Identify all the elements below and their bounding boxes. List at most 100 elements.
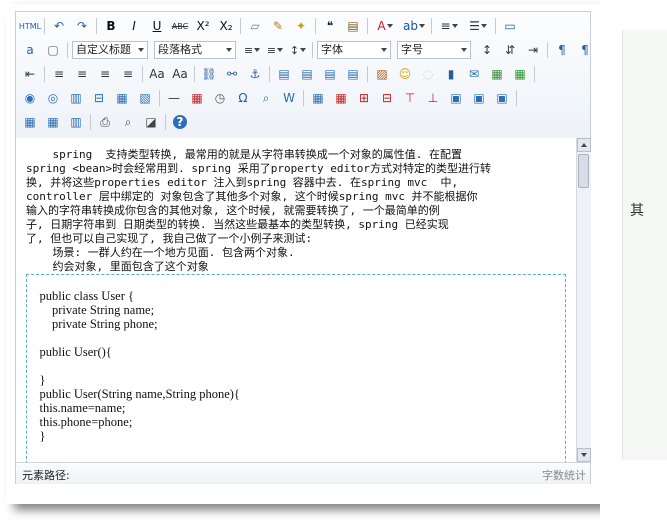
insert-row-icon[interactable]: ⊞: [354, 88, 374, 108]
code-icon[interactable]: ◎: [43, 88, 63, 108]
superscript-button[interactable]: X²: [193, 16, 213, 36]
fullscreen-icon[interactable]: ▭: [500, 16, 520, 36]
strikethrough-button[interactable]: ABC: [170, 16, 190, 36]
code-line: public User(String name,String phone){: [27, 387, 240, 401]
code-block[interactable]: public class User { private String name;…: [26, 274, 566, 462]
indent-icon[interactable]: ⇤: [20, 64, 40, 84]
custom-title-select[interactable]: 自定义标题: [72, 41, 148, 59]
page-break-alt-icon[interactable]: ⊟: [89, 88, 109, 108]
ordered-list-button[interactable]: ≡: [436, 16, 462, 36]
redo-icon[interactable]: ↷: [72, 16, 92, 36]
attachment-icon[interactable]: ✉: [464, 64, 484, 84]
scroll-down-button[interactable]: [577, 448, 591, 462]
fullscreen-glyph: ▭: [504, 19, 516, 33]
auto-format-icon[interactable]: ✦: [291, 16, 311, 36]
search-glyph: ◪: [145, 115, 157, 129]
anchor-icon[interactable]: ⚓: [245, 64, 265, 84]
text-direction-ltr-button[interactable]: ¶: [552, 40, 572, 60]
subscript-button[interactable]: X₂: [216, 16, 236, 36]
merge-cells-icon[interactable]: ▣: [446, 88, 466, 108]
merge-down-icon[interactable]: ▣: [492, 88, 512, 108]
line-height-glyph: ↕: [481, 43, 493, 57]
unlink-icon[interactable]: ⚯: [222, 64, 242, 84]
paragraph-spacing-button[interactable]: ⇵: [500, 40, 520, 60]
scroll-thumb[interactable]: [578, 154, 589, 188]
bold-button[interactable]: B: [101, 16, 121, 36]
image-center-icon[interactable]: ▤: [320, 64, 340, 84]
direction-ltr-icon[interactable]: a: [20, 40, 40, 60]
search-icon[interactable]: ◪: [141, 112, 161, 132]
new-document-icon[interactable]: ▢: [43, 40, 63, 60]
split-cols-icon[interactable]: ▥: [66, 112, 86, 132]
italic-button[interactable]: I: [124, 16, 144, 36]
line-height-button[interactable]: ↕: [477, 40, 497, 60]
google-map-icon[interactable]: ▦: [510, 64, 530, 84]
background-color-button[interactable]: ab: [401, 16, 427, 36]
font-family-select[interactable]: 字体: [317, 41, 391, 59]
word-image-icon[interactable]: W: [279, 88, 299, 108]
editor-statusbar: 元素路径: 字数统计: [16, 462, 590, 484]
insert-image-icon[interactable]: ▨: [372, 64, 392, 84]
font-color-button[interactable]: A: [372, 16, 398, 36]
page-break-icon[interactable]: ▥: [66, 88, 86, 108]
link-icon[interactable]: ⛓: [199, 64, 219, 84]
row-spacing-bottom-button[interactable]: ↕: [288, 40, 308, 60]
delete-table-icon[interactable]: ▦: [331, 88, 351, 108]
editor-content[interactable]: spring 支持类型转换, 最常用的就是从字符串转换成一个对象的属性值. 在配…: [16, 138, 576, 462]
source-html-button[interactable]: HTML: [19, 16, 41, 36]
indent-button[interactable]: ⇥: [523, 40, 543, 60]
insert-table-icon[interactable]: ▦: [308, 88, 328, 108]
split-rows-icon[interactable]: ▦: [43, 112, 63, 132]
special-char-icon[interactable]: Ω: [233, 88, 253, 108]
scrawl-glyph: ◌: [422, 67, 434, 81]
delete-row-icon[interactable]: ⊟: [377, 88, 397, 108]
lowercase-button[interactable]: Aa: [170, 64, 190, 84]
image-right-icon[interactable]: ▤: [343, 64, 363, 84]
help-icon[interactable]: ?: [170, 112, 190, 132]
align-center-button[interactable]: ≡: [72, 64, 92, 84]
time-icon[interactable]: ◷: [210, 88, 230, 108]
scrawl-icon[interactable]: ◌: [418, 64, 438, 84]
paste-plain-icon[interactable]: ▤: [343, 16, 363, 36]
align-justify-button[interactable]: ≡: [118, 64, 138, 84]
insert-col-icon[interactable]: ⊤: [400, 88, 420, 108]
direction-ltr-glyph: a: [26, 43, 34, 57]
search-replace-glyph: ⌕: [262, 90, 270, 105]
paragraph-format-select[interactable]: 段落格式: [154, 41, 236, 59]
emoticon-icon[interactable]: ☺: [395, 64, 415, 84]
uppercase-button[interactable]: Aa: [147, 64, 167, 84]
date-icon[interactable]: ▦: [187, 88, 207, 108]
vertical-scrollbar[interactable]: [576, 138, 591, 462]
toolbar-row-4: ◉ ◎ ▥ ⊟ ▦ ▧ — ▦ ◷ Ω ⌕ W ▦ ▦ ⊞ ⊟ ⊤ ⊥ ▣ ▣ ▣: [20, 87, 521, 109]
video-icon[interactable]: ▮: [441, 64, 461, 84]
eraser-icon[interactable]: ▱: [245, 16, 265, 36]
font-size-select[interactable]: 字号: [397, 41, 471, 59]
split-cells-icon[interactable]: ▦: [20, 112, 40, 132]
underline-button[interactable]: U: [147, 16, 167, 36]
image-none-icon[interactable]: ▤: [297, 64, 317, 84]
map-icon[interactable]: ▦: [487, 64, 507, 84]
delete-col-icon[interactable]: ⊥: [423, 88, 443, 108]
insert-frame-icon[interactable]: ◉: [20, 88, 40, 108]
format-painter-icon[interactable]: ✎: [268, 16, 288, 36]
word-count-label[interactable]: 字数统计: [542, 467, 586, 483]
merge-right-icon[interactable]: ▣: [469, 88, 489, 108]
text-direction-rtl-button[interactable]: ¶: [575, 40, 595, 60]
align-left-button[interactable]: ≡: [49, 64, 69, 84]
blockquote-button[interactable]: ❝: [320, 16, 340, 36]
horizontal-rule-icon[interactable]: —: [164, 88, 184, 108]
preview-icon[interactable]: ⌕: [118, 112, 138, 132]
code-line: private String name;: [27, 303, 155, 317]
scroll-up-button[interactable]: [577, 138, 591, 152]
template-icon[interactable]: ▧: [135, 88, 155, 108]
search-replace-icon[interactable]: ⌕: [256, 88, 276, 108]
print-icon[interactable]: ⎙: [95, 112, 115, 132]
undo-icon[interactable]: ↶: [49, 16, 69, 36]
image-left-icon[interactable]: ▤: [274, 64, 294, 84]
unordered-list-button[interactable]: ☰: [465, 16, 491, 36]
background-icon[interactable]: ▦: [112, 88, 132, 108]
row-spacing-top-button[interactable]: ≡: [265, 40, 285, 60]
page-break-glyph: ▥: [70, 91, 82, 105]
line-spacing-button[interactable]: ≡: [242, 40, 262, 60]
align-right-button[interactable]: ≡: [95, 64, 115, 84]
